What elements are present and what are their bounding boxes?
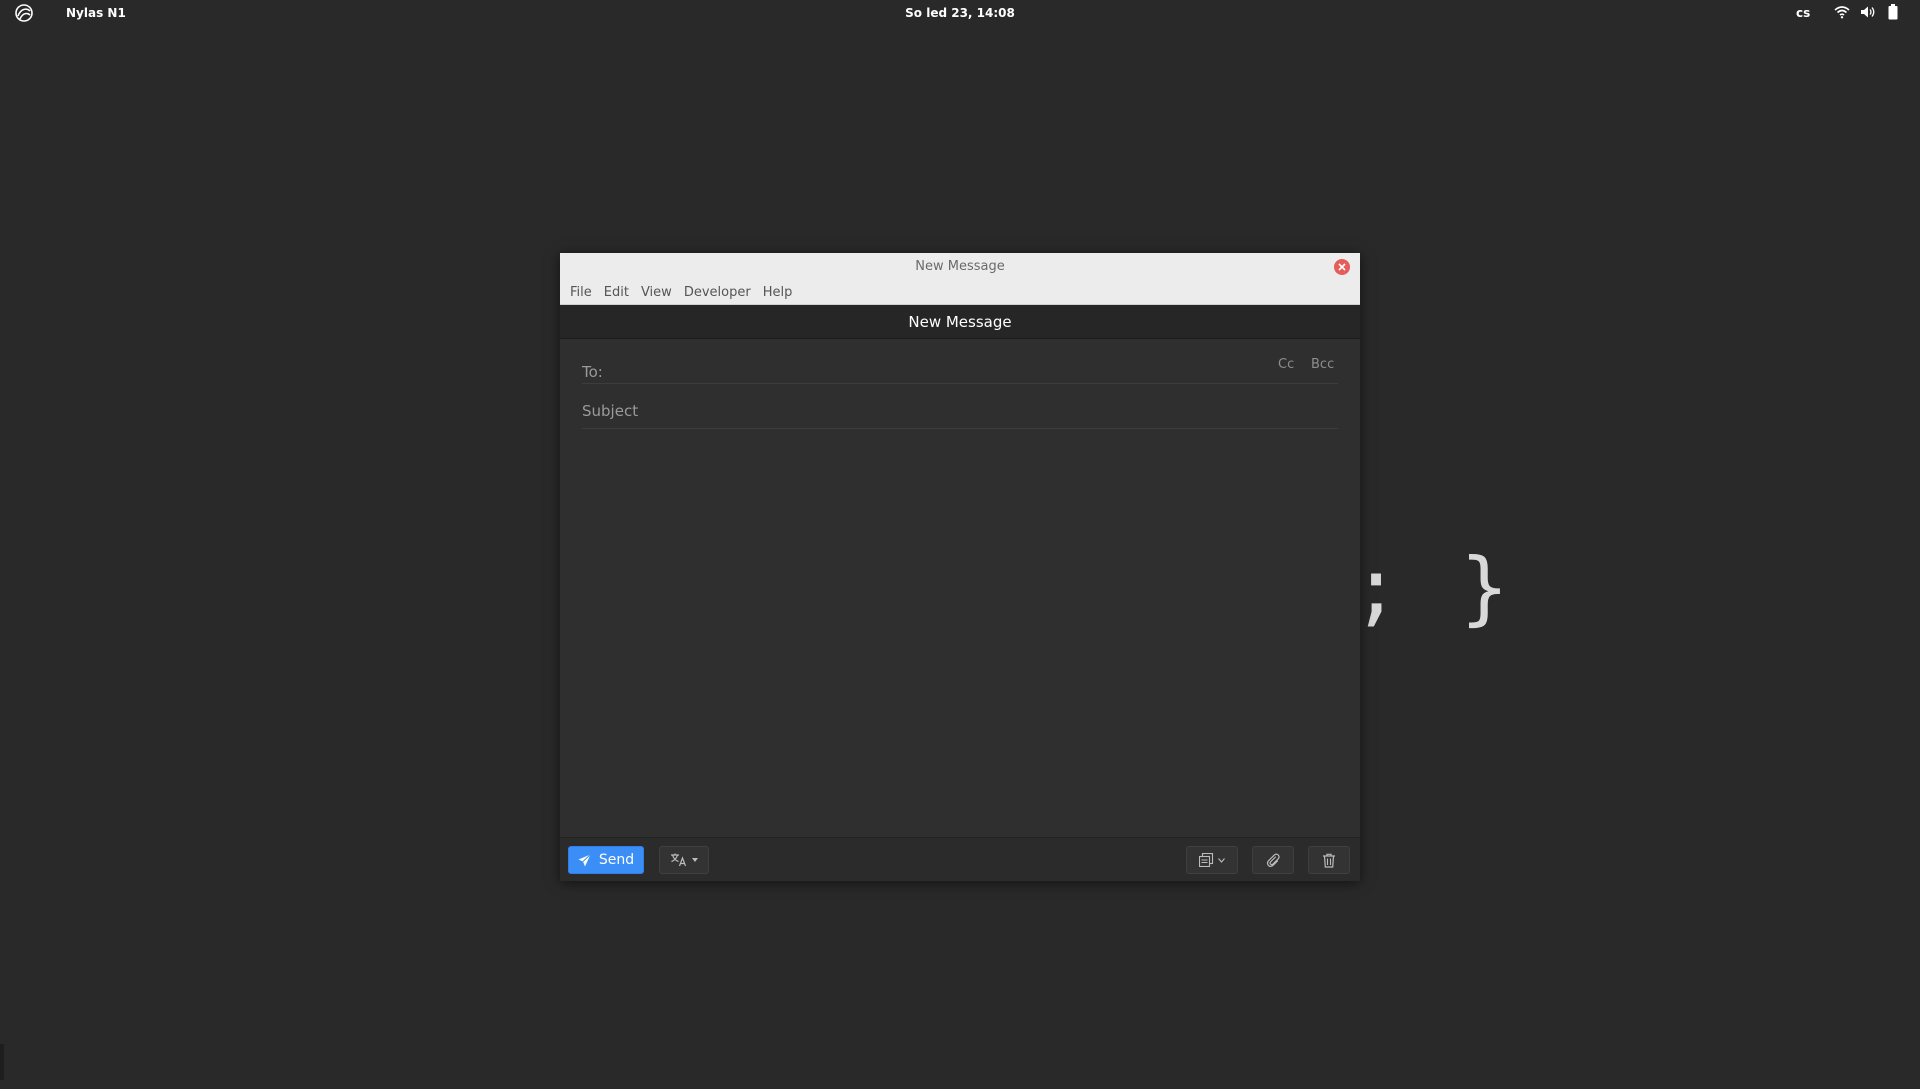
templates-button[interactable] <box>1186 846 1238 874</box>
composer-header-title: New Message <box>560 305 1360 339</box>
discard-button[interactable] <box>1308 846 1350 874</box>
cc-button[interactable]: Cc <box>1278 357 1294 372</box>
battery-icon[interactable] <box>1888 4 1898 23</box>
menu-view[interactable]: View <box>635 285 678 303</box>
top-panel: Nylas N1 So led 23, 14:08 cs <box>0 0 1920 26</box>
to-label: To: <box>582 363 603 381</box>
clock-wrapper: So led 23, 14:08 <box>0 6 1920 20</box>
clock[interactable]: So led 23, 14:08 <box>905 6 1015 20</box>
screen-edge <box>0 1044 4 1080</box>
to-field-row: To: Cc Bcc <box>582 339 1338 384</box>
close-button[interactable] <box>1334 259 1350 275</box>
app-logo-icon[interactable] <box>14 4 34 22</box>
chevron-down-icon <box>692 857 698 862</box>
paperclip-icon <box>1266 853 1280 867</box>
composer-body: To: Cc Bcc <box>560 339 1360 1089</box>
menu-file[interactable]: File <box>564 285 598 303</box>
menu-developer[interactable]: Developer <box>678 285 757 303</box>
wifi-icon[interactable] <box>1834 5 1850 22</box>
close-icon <box>1338 263 1346 271</box>
window-title: New Message <box>915 259 1005 274</box>
composer-window: New Message File Edit View Developer Hel… <box>560 253 1360 881</box>
menu-edit[interactable]: Edit <box>598 285 635 303</box>
to-input[interactable] <box>618 357 1218 381</box>
composer-footer: Send <box>560 837 1360 881</box>
menu-help[interactable]: Help <box>757 285 799 303</box>
menu-bar: File Edit View Developer Help <box>564 285 798 303</box>
volume-icon[interactable] <box>1860 5 1876 22</box>
send-button-label: Send <box>598 852 635 868</box>
attach-button[interactable] <box>1252 846 1294 874</box>
trash-icon <box>1323 853 1335 868</box>
active-app-name[interactable]: Nylas N1 <box>66 6 126 20</box>
subject-field-row <box>582 384 1338 429</box>
desktop-wallpaper-code: ; } <box>1352 541 1515 634</box>
translate-icon <box>671 853 687 867</box>
bcc-button[interactable]: Bcc <box>1311 357 1334 372</box>
translate-button[interactable] <box>659 846 709 874</box>
window-titlebar[interactable]: New Message File Edit View Developer Hel… <box>560 253 1360 305</box>
keyboard-layout-indicator[interactable]: cs <box>1796 6 1810 20</box>
template-icon <box>1199 853 1214 867</box>
send-button[interactable]: Send <box>568 846 644 874</box>
message-body-editor[interactable] <box>582 439 1338 859</box>
paper-plane-icon <box>578 853 591 866</box>
subject-input[interactable] <box>582 398 1338 424</box>
chevron-down-icon <box>1218 857 1225 863</box>
